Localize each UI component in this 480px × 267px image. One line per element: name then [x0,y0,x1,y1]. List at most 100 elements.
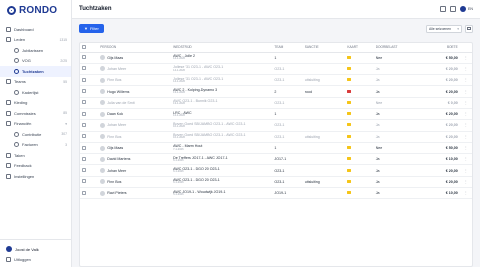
person-cell[interactable]: Gijs Maas [98,142,172,155]
person-cell[interactable]: Daan Kok [98,108,172,121]
row-checkbox[interactable] [82,145,86,150]
col-wedstrijd[interactable]: Wedstrijd [171,43,273,53]
row-menu-icon[interactable]: ⋮ [459,52,472,64]
row-checkbox[interactable] [82,122,86,127]
person-cell[interactable]: Johan Meer [98,119,172,132]
person-name[interactable]: David Martens [107,157,130,161]
row-checkbox[interactable] [82,179,86,184]
row-checkbox[interactable] [82,190,86,195]
row-checkbox[interactable] [82,111,86,116]
table-row[interactable]: Finn Bos Boven Goed SB/JAMBO O23-1 - AWC … [80,131,472,143]
row-checkbox[interactable] [82,89,86,94]
row-menu-icon[interactable]: ⋮ [459,74,472,87]
person-name[interactable]: Gijs Maas [107,146,123,150]
row-checkbox[interactable] [82,100,86,105]
col-doorbelast[interactable]: Doorbelast [373,43,425,53]
person-name[interactable]: Johan Meer [107,123,126,127]
person-cell[interactable]: Finn Bos [98,176,172,189]
person-name[interactable]: Daan Kok [107,112,123,116]
row-checkbox[interactable] [82,156,86,161]
table-row[interactable]: Ravi Pieters AWC JO19-1 - Woudwijk JO19-1… [80,187,472,200]
row-checkbox[interactable] [82,134,86,139]
sidebar-item-contributie[interactable]: Contributie 307 [0,129,71,140]
table-row[interactable]: Finn Bos AWC O23-1 - DGO 20 O23-1 6-1-2026… [80,176,472,189]
col-boete[interactable]: Boete [424,43,460,53]
row-select-cell[interactable] [80,52,99,64]
table-row[interactable]: Johan Meer Jollese '31 O23-1 - AWC O23-1 1… [80,63,472,76]
row-menu-icon[interactable]: ⋮ [459,97,472,109]
table-row[interactable]: Daan Kok LRC - AWC 12-1-2026 1 Ja € 20,00 ⋮ [80,108,472,121]
row-select-cell[interactable] [80,176,99,189]
row-checkbox[interactable] [82,55,86,60]
person-cell[interactable]: David Martens [98,153,172,166]
person-cell[interactable]: Johan Meer [98,63,172,76]
row-checkbox[interactable] [82,66,86,71]
row-select-cell[interactable] [80,108,99,121]
row-select-cell[interactable] [80,187,99,200]
sidebar-item-dashboard[interactable]: Dashboard [0,24,71,35]
sidebar-item-teams[interactable]: Teams 55 [0,77,71,88]
columns-button[interactable] [465,24,473,33]
person-name[interactable]: Finn Bos [107,180,121,184]
sidebar-item-financi-n[interactable]: Financiën ▾ [0,119,71,130]
table-row[interactable]: Hugo Willems AWC 2 - Kolping-Dynamo 3 13-1… [80,85,472,98]
table-row[interactable]: Gijs Maas AWC - Marm Hout 7-1-2026 1 Nee € 50… [80,142,472,155]
sidebar-item-instellingen[interactable]: Instellingen [0,171,71,182]
person-name[interactable]: Finn Bos [107,78,121,82]
row-select-cell[interactable] [80,153,99,166]
row-menu-icon[interactable]: ⋮ [459,187,472,200]
row-menu-icon[interactable]: ⋮ [459,119,472,132]
person-name[interactable]: Finn Bos [107,135,121,139]
person-cell[interactable]: Finn Bos [98,74,172,87]
table-row[interactable]: Finn Bos Jollese '31 O23-1 - AWC O23-1 14-… [80,74,472,87]
row-checkbox[interactable] [82,77,86,82]
sidebar-item-vog[interactable]: VOG 2/25 [0,56,71,67]
person-name[interactable]: Julia van de Smit [107,101,134,105]
document-icon[interactable] [450,6,456,12]
table-row[interactable]: Julia van de Smit AWC O23-1 - Bunnik O23-… [80,97,472,109]
row-menu-icon[interactable]: ⋮ [459,153,472,166]
col-sanctie[interactable]: Sanctie [302,43,346,53]
row-select-cell[interactable] [80,119,99,132]
person-cell[interactable]: Hugo Willems [98,85,172,98]
col-persoon[interactable]: Persoon [98,43,172,53]
person-cell[interactable]: Johan Meer [98,164,172,177]
person-name[interactable]: Johan Meer [107,67,126,71]
row-select-cell[interactable] [80,74,99,87]
sidebar-item-kleding[interactable]: Kleding [0,98,71,109]
row-select-cell[interactable] [80,164,99,177]
row-menu-icon[interactable]: ⋮ [459,108,472,121]
logout-button[interactable]: Uitloggen [0,255,71,264]
row-select-cell[interactable] [80,63,99,76]
person-name[interactable]: Hugo Willems [107,90,129,94]
sidebar-item-commissies[interactable]: Commissies 85 [0,108,71,119]
row-select-cell[interactable] [80,142,99,155]
person-name[interactable]: Ravi Pieters [107,191,126,195]
row-menu-icon[interactable]: ⋮ [459,63,472,76]
table-row[interactable]: David Martens De Treffers JO17-1 - AWC JO… [80,153,472,166]
sidebar-item-jubilarissen[interactable]: Jubilarissen [0,45,71,56]
filter-button[interactable]: ▼ Filter [79,24,104,33]
person-name[interactable]: Gijs Maas [107,56,123,60]
table-row[interactable]: Johan Meer Boven Goed SB/JAMBO O23-1 - AW… [80,119,472,132]
table-row[interactable]: Gijs Maas AWC - Jolle 2 14-1-2026 1 Nee € 50,… [80,52,472,64]
row-menu-icon[interactable]: ⋮ [459,176,472,189]
user-profile[interactable]: Joost de Valk [0,243,71,255]
sidebar-item-facturen[interactable]: Facturen 3 [0,140,71,151]
sidebar-item-tuchtzaken[interactable]: Tuchtzaken [0,66,71,77]
col-kaart[interactable]: Kaart [345,43,374,53]
col-team[interactable]: Team [272,43,303,53]
person-cell[interactable]: Gijs Maas [98,52,172,64]
chevron-down-icon[interactable]: ▾ [65,122,67,126]
row-menu-icon[interactable]: ⋮ [459,164,472,177]
sidebar-item-taken[interactable]: Taken [0,150,71,161]
row-menu-icon[interactable]: ⋮ [459,142,472,155]
row-select-cell[interactable] [80,97,99,109]
person-name[interactable]: Johan Meer [107,169,126,173]
row-select-cell[interactable] [80,85,99,98]
row-select-cell[interactable] [80,131,99,143]
select-all-cell[interactable] [80,43,99,53]
select-all-checkbox[interactable] [82,44,86,49]
logo[interactable]: RONDO [0,0,71,20]
user-menu[interactable]: EN [460,6,473,12]
